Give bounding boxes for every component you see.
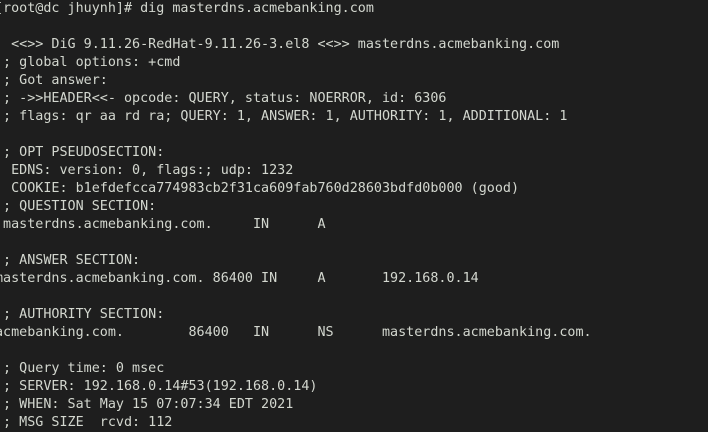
authority-record-line: acmebanking.com. 86400 IN NS masterdns.a… <box>0 325 592 340</box>
header-line: ;; ->>HEADER<<- opcode: QUERY, status: N… <box>0 91 447 106</box>
cookie-line: ; COOKIE: b1efdefcca774983cb2f31ca609fab… <box>0 181 520 196</box>
msg-size-line: ;; MSG SIZE rcvd: 112 <box>0 415 173 430</box>
terminal-window[interactable]: [root@dc jhuynh]# dig masterdns.acmebank… <box>0 0 708 432</box>
global-options-line: ;; global options: +cmd <box>0 55 181 70</box>
question-section-line: ;; QUESTION SECTION: <box>0 199 157 214</box>
got-answer-line: ;; Got answer: <box>0 73 108 88</box>
authority-section-line: ;; AUTHORITY SECTION: <box>0 307 165 322</box>
command-prompt-line: [root@dc jhuynh]# dig masterdns.acmebank… <box>0 1 374 16</box>
answer-section-line: ;; ANSWER SECTION: <box>0 253 141 268</box>
query-time-line: ;; Query time: 0 msec <box>0 361 165 376</box>
edns-line: ; EDNS: version: 0, flags:; udp: 1232 <box>0 163 294 178</box>
question-record-line: ;masterdns.acmebanking.com. IN A <box>0 217 326 232</box>
dig-version-line: ; <<>> DiG 9.11.26-RedHat-9.11.26-3.el8 … <box>0 37 560 52</box>
when-line: ;; WHEN: Sat May 15 07:07:34 EDT 2021 <box>0 397 294 412</box>
flags-line: ;; flags: qr aa rd ra; QUERY: 1, ANSWER:… <box>0 109 568 124</box>
server-line: ;; SERVER: 192.168.0.14#53(192.168.0.14) <box>0 379 318 394</box>
answer-record-line: masterdns.acmebanking.com. 86400 IN A 19… <box>0 271 479 286</box>
opt-pseudosection-line: ;; OPT PSEUDOSECTION: <box>0 145 165 160</box>
